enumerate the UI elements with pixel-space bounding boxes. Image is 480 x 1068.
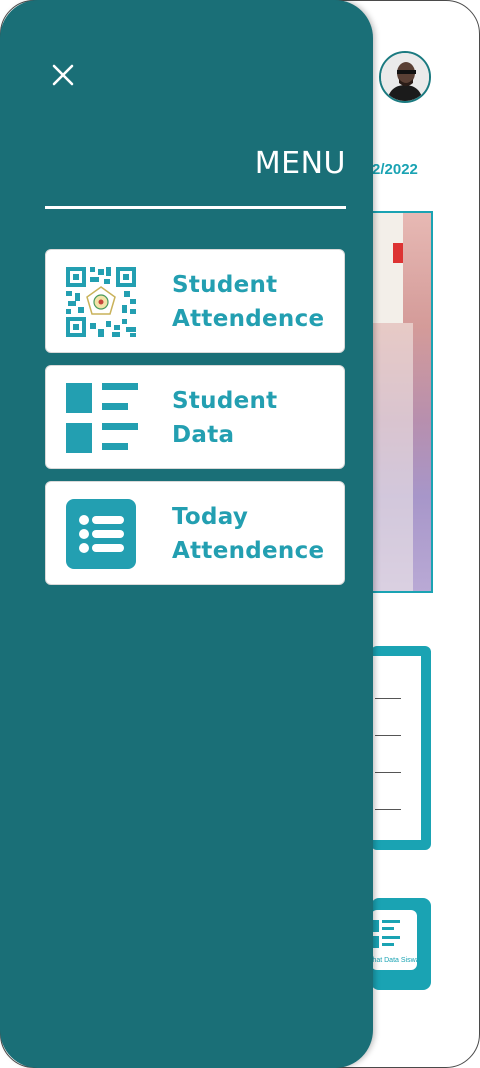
close-icon [52, 64, 74, 86]
data-layout-icon [373, 920, 400, 948]
menu-item-student-attendence[interactable]: Student Attendence [45, 249, 345, 353]
menu-item-student-data[interactable]: Student Data [45, 365, 345, 469]
data-layout-icon [66, 383, 138, 453]
tile-caption: Lihat Data Siswa [367, 957, 420, 964]
menu-item-label: Student Attendence [172, 272, 325, 332]
menu-title: MENU [254, 146, 346, 181]
navigation-drawer: MENU Student Attendence Student Data Tod… [0, 0, 373, 1068]
menu-item-label: Today Attendence [172, 504, 325, 564]
close-button[interactable] [46, 58, 80, 92]
id-card-photo [371, 211, 433, 593]
user-avatar[interactable] [379, 51, 431, 103]
menu-item-today-attendence[interactable]: Today Attendence [45, 481, 345, 585]
student-data-tile[interactable]: Lihat Data Siswa [367, 898, 431, 990]
info-card [371, 646, 431, 850]
list-icon [66, 499, 136, 569]
avatar-icon [381, 53, 429, 101]
date-text: 2/2022 [372, 161, 418, 178]
qr-code-icon [66, 267, 136, 337]
menu-item-label: Student Data [172, 388, 278, 448]
menu-divider [45, 206, 346, 209]
